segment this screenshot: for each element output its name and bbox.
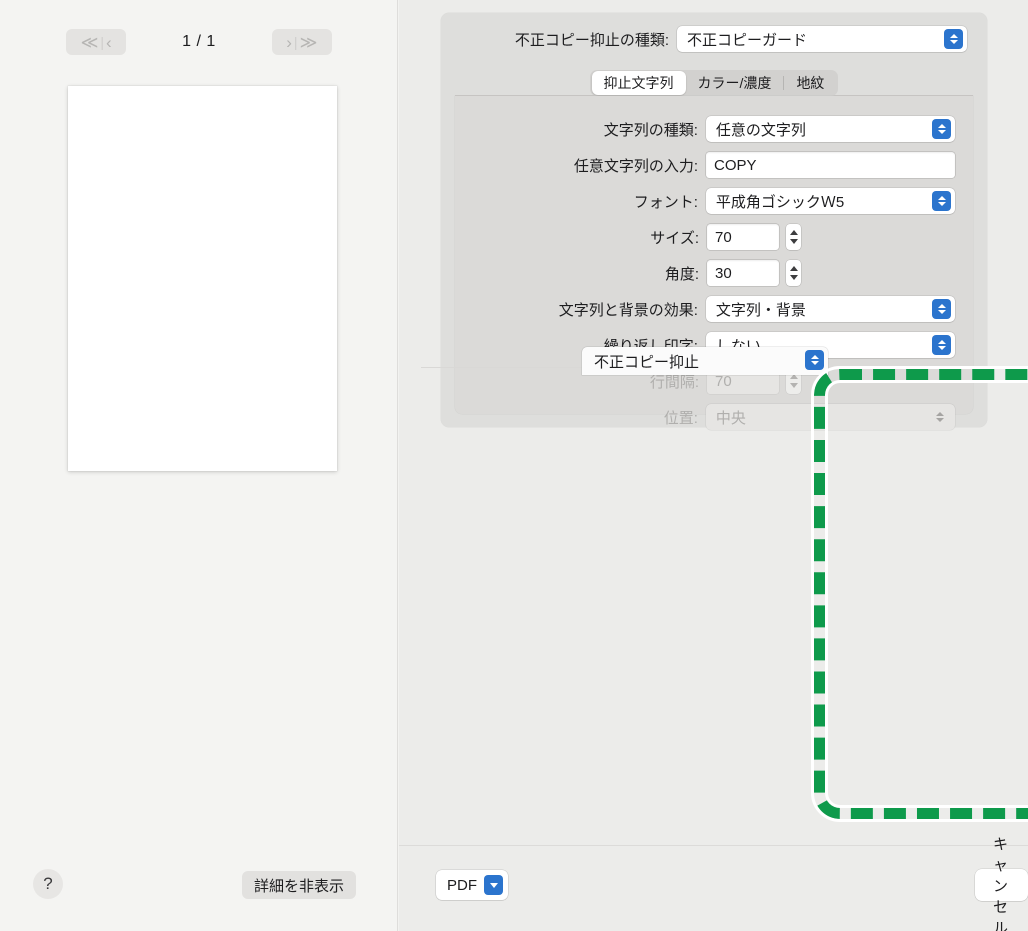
highlight-annotation [814, 369, 1028, 819]
chevron-updown-icon[interactable] [932, 119, 951, 139]
preview-pagination: ≪ | ‹ 1 / 1 › | ≫ [0, 26, 398, 58]
copy-guard-tabs: 抑止文字列 カラー/濃度 地紋 [455, 68, 973, 98]
chevron-updown-icon[interactable] [932, 299, 951, 319]
font-row: フォント: 平成角ゴシックＷ5 [455, 188, 955, 214]
angle-input[interactable]: 30 [707, 260, 779, 286]
print-preview-pane: ≪ | ‹ 1 / 1 › | ≫ ? 詳細を非表示 [0, 0, 398, 931]
angle-value: 30 [715, 265, 732, 282]
font-label: フォント: [455, 191, 698, 212]
copy-guard-type-label: 不正コピー抑止の種類: [441, 29, 669, 50]
preview-nav-back-group[interactable]: ≪ | ‹ [66, 29, 126, 55]
string-type-select[interactable]: 任意の文字列 [706, 116, 955, 142]
string-type-label: 文字列の種類: [455, 119, 698, 140]
next-page-icon[interactable]: › [286, 34, 292, 51]
custom-string-label: 任意文字列の入力: [455, 155, 698, 176]
feature-section-value: 不正コピー抑止 [594, 351, 699, 372]
chevron-updown-icon[interactable] [932, 191, 951, 211]
tab-suppression-text[interactable]: 抑止文字列 [592, 71, 686, 95]
chevron-updown-icon [930, 407, 949, 427]
font-value: 平成角ゴシックＷ5 [716, 191, 844, 212]
hide-details-button[interactable]: 詳細を非表示 [242, 871, 356, 899]
feature-section-select[interactable]: 不正コピー抑止 [582, 347, 828, 375]
custom-string-value: COPY [714, 157, 757, 174]
size-label: サイズ: [455, 227, 699, 248]
effect-value: 文字列・背景 [716, 299, 806, 320]
help-button[interactable]: ? [33, 869, 63, 899]
string-type-value: 任意の文字列 [716, 119, 806, 140]
angle-label: 角度: [455, 263, 699, 284]
tab-color-density[interactable]: カラー/濃度 [686, 71, 784, 95]
custom-string-row: 任意文字列の入力: COPY [455, 152, 955, 178]
pdf-label: PDF [447, 877, 477, 894]
page-counter: 1 / 1 [182, 33, 216, 51]
size-input[interactable]: 70 [707, 224, 779, 250]
preview-nav-forward-group[interactable]: › | ≫ [272, 29, 332, 55]
angle-stepper[interactable] [786, 260, 801, 286]
first-page-icon[interactable]: ≪ [81, 34, 99, 51]
effect-row: 文字列と背景の効果: 文字列・背景 [455, 296, 955, 322]
pdf-menu-button[interactable]: PDF [436, 870, 508, 900]
print-dialog: ≪ | ‹ 1 / 1 › | ≫ ? 詳細を非表示 プリンタ: お使いの機器名 [0, 0, 1028, 931]
chevron-down-icon[interactable] [484, 875, 503, 895]
chevron-updown-icon[interactable] [944, 29, 963, 49]
previous-page-icon[interactable]: ‹ [106, 34, 112, 51]
position-value: 中央 [716, 407, 746, 428]
copy-guard-type-row: 不正コピー抑止の種類: 不正コピーガード [441, 26, 971, 52]
line-spacing-value: 70 [715, 373, 732, 390]
chevron-updown-icon[interactable] [805, 350, 824, 370]
copy-guard-type-value: 不正コピーガード [687, 29, 807, 50]
nav-separator: | [294, 35, 298, 49]
nav-separator: | [100, 35, 104, 49]
copy-guard-type-select[interactable]: 不正コピーガード [677, 26, 967, 52]
bottom-divider [399, 845, 1028, 846]
angle-row: 角度: 30 [455, 260, 855, 286]
cancel-button[interactable]: キャンセル [975, 869, 1028, 901]
print-options-pane: プリンタ: お使いの機器名 プリセット: デフォルト設定 部数: 1 両面 [399, 0, 1028, 931]
size-value: 70 [715, 229, 732, 246]
position-label: 位置: [455, 407, 698, 428]
position-select: 中央 [706, 404, 955, 430]
last-page-icon[interactable]: ≫ [300, 34, 318, 51]
page-preview-sheet [68, 86, 337, 471]
effect-select[interactable]: 文字列・背景 [706, 296, 955, 322]
custom-string-input[interactable]: COPY [706, 152, 955, 178]
tab-background-pattern[interactable]: 地紋 [784, 71, 836, 95]
size-row: サイズ: 70 [455, 224, 855, 250]
size-stepper[interactable] [786, 224, 801, 250]
effect-label: 文字列と背景の効果: [455, 299, 698, 320]
string-type-row: 文字列の種類: 任意の文字列 [455, 116, 955, 142]
font-select[interactable]: 平成角ゴシックＷ5 [706, 188, 955, 214]
position-row: 位置: 中央 [455, 404, 955, 430]
chevron-updown-icon[interactable] [932, 335, 951, 355]
